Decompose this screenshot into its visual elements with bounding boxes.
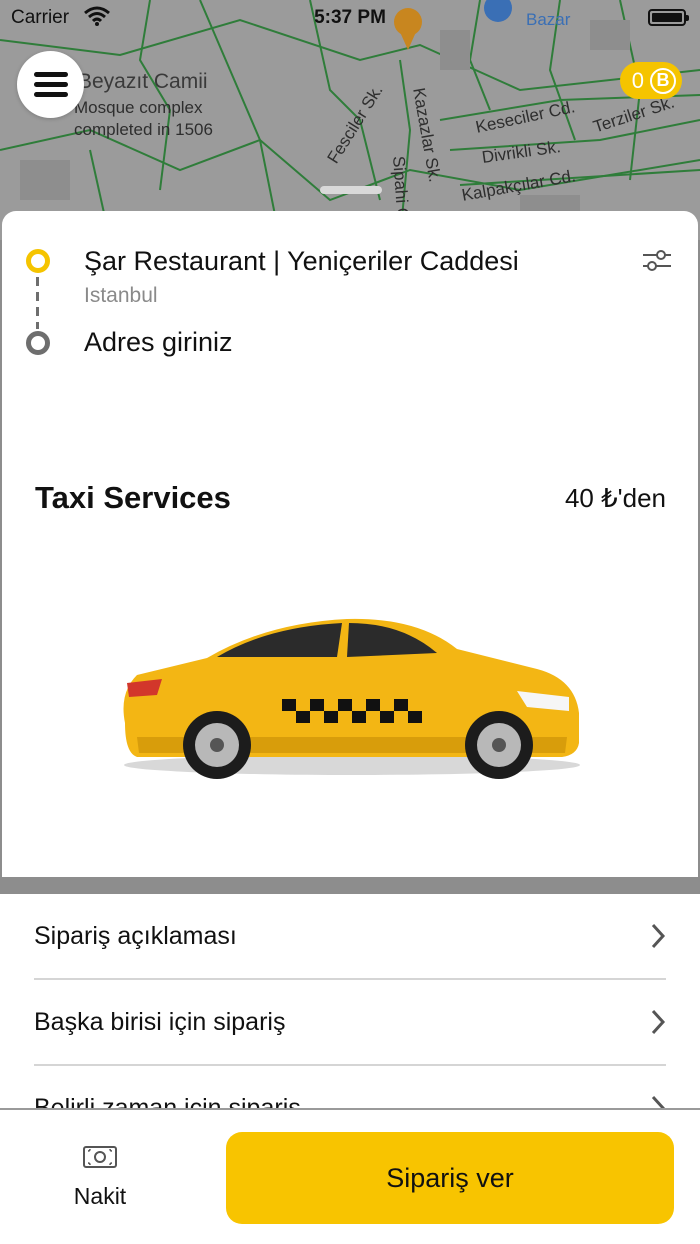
option-label: Başka birisi için sipariş bbox=[34, 1008, 286, 1036]
scheduled-order-row[interactable]: Belirli zaman için sipariş bbox=[34, 1066, 666, 1114]
coin-count: 0 bbox=[631, 67, 644, 93]
chevron-right-icon bbox=[651, 923, 666, 949]
destination-dot-icon bbox=[26, 331, 50, 355]
map-view[interactable]: Beyazıt Camii Mosque complex completed i… bbox=[0, 0, 700, 240]
map-label-place-line1: Mosque complex bbox=[74, 98, 203, 117]
option-label: Sipariş açıklaması bbox=[34, 922, 237, 950]
coin-balance-badge[interactable]: 0 B bbox=[619, 62, 682, 99]
pickup-dot-icon bbox=[26, 249, 50, 273]
taxi-car-image[interactable] bbox=[117, 613, 587, 783]
map-label-place-title: Beyazıt Camii bbox=[78, 70, 208, 93]
route-connector bbox=[36, 277, 39, 329]
filter-sliders-icon[interactable] bbox=[642, 249, 672, 273]
cash-icon bbox=[83, 1146, 117, 1168]
order-note-row[interactable]: Sipariş açıklaması bbox=[34, 894, 666, 980]
bottom-action-bar: Nakit Sipariş ver bbox=[0, 1108, 700, 1244]
order-for-someone-row[interactable]: Başka birisi için sipariş bbox=[34, 980, 666, 1066]
service-price: 40 ₺'den bbox=[564, 483, 666, 513]
payment-method-button[interactable]: Nakit bbox=[40, 1144, 160, 1210]
status-bar: Carrier 5:37 PM bbox=[0, 0, 700, 36]
payment-method-label: Nakit bbox=[73, 1183, 127, 1209]
service-title: Taxi Services bbox=[35, 480, 231, 515]
map-label-place-line2: completed in 1506 bbox=[74, 120, 213, 139]
pickup-city: Istanbul bbox=[84, 284, 158, 307]
status-time: 5:37 PM bbox=[314, 7, 386, 28]
section-divider bbox=[0, 877, 700, 894]
destination-input[interactable]: Adres giriniz bbox=[84, 327, 233, 358]
coin-icon: B bbox=[650, 67, 676, 94]
battery-icon bbox=[648, 9, 689, 26]
order-sheet: Şar Restaurant | Yeniçeriler Caddesi Ist… bbox=[2, 211, 698, 877]
chevron-right-icon bbox=[651, 1009, 666, 1035]
pickup-address[interactable]: Şar Restaurant | Yeniçeriler Caddesi bbox=[84, 246, 519, 277]
menu-button[interactable] bbox=[17, 51, 84, 118]
sheet-drag-handle[interactable] bbox=[320, 186, 382, 194]
place-order-button[interactable]: Sipariş ver bbox=[226, 1132, 674, 1224]
hamburger-icon bbox=[33, 67, 68, 102]
order-options-list: Sipariş açıklaması Başka birisi için sip… bbox=[0, 894, 700, 1114]
